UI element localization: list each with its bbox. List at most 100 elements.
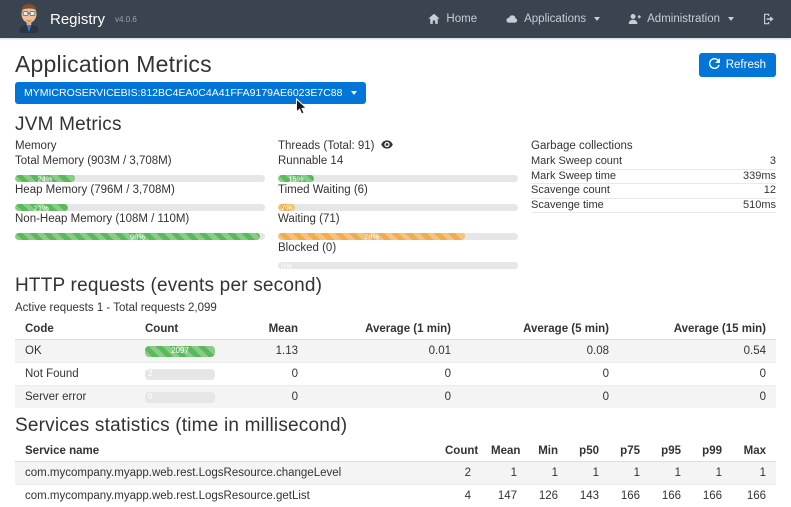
nav-menu: Home Applications Administration <box>428 13 775 25</box>
header-p75: p75 <box>609 441 650 462</box>
http-avg1-cell: 0.01 <box>308 340 461 363</box>
user-plus-icon <box>628 13 641 25</box>
services-statistics-table: Service name Count Mean Min p50 p75 p95 … <box>15 441 776 507</box>
service-count-cell: 4 <box>435 485 481 507</box>
http-count-cell: 2097 <box>135 340 253 363</box>
nav-label-administration: Administration <box>647 13 720 25</box>
metric-bar-group: Runnable 14 15% <box>278 155 518 182</box>
http-count-cell: 0 <box>135 386 253 409</box>
service-mean-cell: 147 <box>481 485 527 507</box>
services-table-row: com.mycompany.myapp.web.rest.LogsResourc… <box>15 462 776 485</box>
header-min: Min <box>527 441 568 462</box>
service-p95-cell: 166 <box>650 485 691 507</box>
eye-icon[interactable] <box>381 140 393 152</box>
http-mean-cell: 1.13 <box>253 340 308 363</box>
progress-bar: 78% <box>278 233 518 240</box>
metric-label: Runnable 14 <box>278 155 518 168</box>
nav-item-home[interactable]: Home <box>428 13 477 25</box>
caret-down-icon <box>594 17 600 21</box>
page-title: Application Metrics <box>15 51 212 78</box>
caret-down-icon <box>351 91 357 95</box>
service-name-cell: com.mycompany.myapp.web.rest.LogsResourc… <box>15 485 435 507</box>
service-min-cell: 126 <box>527 485 568 507</box>
metric-label: Timed Waiting (6) <box>278 184 518 197</box>
metric-bar-group: Heap Memory (796M / 3,708M) 21% <box>15 184 265 211</box>
home-icon <box>428 13 440 25</box>
gc-row: Mark Sweep time 339ms <box>531 170 776 185</box>
header-count: Count <box>435 441 481 462</box>
http-avg15-cell: 0 <box>619 363 776 386</box>
metric-bar-group: Waiting (71) 78% <box>278 213 518 240</box>
header-p50: p50 <box>568 441 609 462</box>
header-p95: p95 <box>650 441 691 462</box>
gc-label: Scavenge time <box>531 199 604 212</box>
mouse-cursor <box>295 98 309 119</box>
header-avg-15min: Average (15 min) <box>619 319 776 340</box>
service-p99-cell: 166 <box>691 485 732 507</box>
threads-title: Threads (Total: 91) <box>278 140 518 152</box>
gc-label: Mark Sweep count <box>531 155 622 168</box>
count-label: 2 <box>148 370 152 378</box>
http-code-cell: Server error <box>15 386 135 409</box>
gc-label: Mark Sweep time <box>531 170 616 183</box>
brand-version: v4.0.6 <box>115 15 137 24</box>
count-progress-bar: 2 <box>145 369 215 380</box>
http-count-cell: 2 <box>135 363 253 386</box>
service-p50-cell: 143 <box>568 485 609 507</box>
header-service-name: Service name <box>15 441 435 462</box>
brand-link[interactable]: Registry v4.0.6 <box>16 3 137 36</box>
http-avg5-cell: 0 <box>461 386 619 409</box>
header-count: Count <box>135 319 253 340</box>
sign-out-button[interactable] <box>762 13 775 25</box>
nav-item-applications[interactable]: Applications <box>505 13 600 25</box>
metric-label: Total Memory (903M / 3,708M) <box>15 155 265 168</box>
memory-column: Memory Total Memory (903M / 3,708M) 24% … <box>15 140 265 271</box>
metric-bar-group: Blocked (0) 0% <box>278 242 518 269</box>
http-mean-cell: 0 <box>253 363 308 386</box>
gc-column: Garbage collections Mark Sweep count 3 M… <box>531 140 776 271</box>
service-p95-cell: 1 <box>650 462 691 485</box>
service-p99-cell: 1 <box>691 462 732 485</box>
nav-label-home: Home <box>446 13 477 25</box>
http-avg1-cell: 0 <box>308 386 461 409</box>
services-statistics-title: Services statistics (time in millisecond… <box>15 415 776 437</box>
sign-out-icon <box>762 13 775 25</box>
progress-bar: 21% <box>15 204 265 211</box>
http-requests-subtitle: Active requests 1 - Total requests 2,099 <box>15 302 776 314</box>
nav-item-administration[interactable]: Administration <box>628 13 734 25</box>
nav-label-applications: Applications <box>524 13 586 25</box>
metric-label: Non-Heap Memory (108M / 110M) <box>15 213 265 226</box>
progress-bar: 98% <box>15 233 265 240</box>
http-avg1-cell: 0 <box>308 363 461 386</box>
gc-value: 510ms <box>743 199 776 212</box>
memory-title: Memory <box>15 140 265 152</box>
http-requests-table: Code Count Mean Average (1 min) Average … <box>15 319 776 408</box>
header-avg-1min: Average (1 min) <box>308 319 461 340</box>
gc-value: 12 <box>764 184 776 197</box>
jvm-metrics-title: JVM Metrics <box>15 114 776 136</box>
progress-bar: 0% <box>278 262 518 269</box>
header-max: Max <box>732 441 776 462</box>
refresh-label: Refresh <box>726 59 766 71</box>
refresh-button[interactable]: Refresh <box>699 53 776 77</box>
service-mean-cell: 1 <box>481 462 527 485</box>
brand-name: Registry <box>50 11 105 28</box>
navbar: Registry v4.0.6 Home Applications Admini… <box>0 0 791 38</box>
header-avg-5min: Average (5 min) <box>461 319 619 340</box>
progress-percent-label: 0% <box>281 262 292 269</box>
service-p75-cell: 1 <box>609 462 650 485</box>
instance-selector-dropdown[interactable]: MYMICROSERVICEBIS:812BC4EA0C4A41FFA9179A… <box>15 82 366 104</box>
progress-percent-label: 98% <box>130 233 145 240</box>
http-code-cell: Not Found <box>15 363 135 386</box>
service-max-cell: 166 <box>732 485 776 507</box>
http-avg15-cell: 0.54 <box>619 340 776 363</box>
http-requests-title: HTTP requests (events per second) <box>15 275 776 297</box>
metric-bar-group: Non-Heap Memory (108M / 110M) 98% <box>15 213 265 240</box>
gc-value: 339ms <box>743 170 776 183</box>
progress-percent-label: 24% <box>37 175 52 182</box>
progress-percent-label: 7% <box>281 204 292 211</box>
http-table-row: Server error 0 0 0 0 0 <box>15 386 776 409</box>
count-progress-bar: 2097 <box>145 346 215 357</box>
gc-value: 3 <box>770 155 776 168</box>
http-avg15-cell: 0 <box>619 386 776 409</box>
